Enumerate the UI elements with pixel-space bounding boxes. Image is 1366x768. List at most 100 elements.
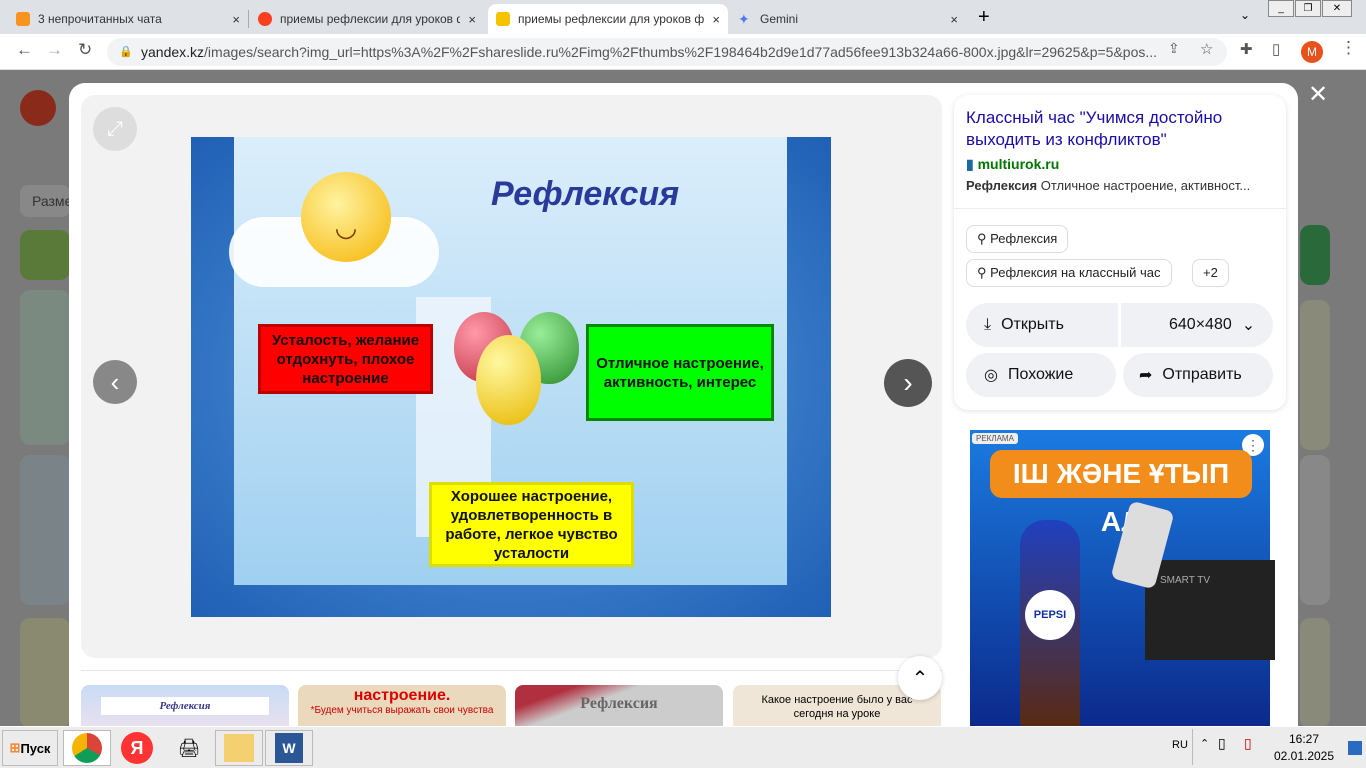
close-tab-icon[interactable]: × bbox=[468, 12, 476, 27]
thumb-caption: *Будем учиться выражать свои чувства bbox=[310, 705, 494, 716]
yellow-balloon bbox=[476, 335, 541, 425]
forward-icon[interactable]: → bbox=[46, 40, 63, 60]
similar-label: Похожие bbox=[1007, 366, 1074, 383]
network-tray-icon[interactable]: ▯ bbox=[1244, 735, 1252, 752]
tab-label: Gemini bbox=[760, 12, 799, 26]
address-bar: ← → ↻ 🔒 yandex.kz/images/search?img_url=h… bbox=[0, 34, 1366, 70]
yandex-logo bbox=[20, 90, 56, 126]
close-tab-icon[interactable]: × bbox=[232, 12, 240, 27]
red-box: Усталость, желание отдохнуть, плохое нас… bbox=[258, 324, 433, 394]
bookmark-star-icon[interactable]: ☆ bbox=[1200, 40, 1213, 58]
ad-headline: ІШ ЖӘНЕ ҰТЫП АЛ bbox=[990, 450, 1252, 537]
close-window-button[interactable]: ✕ bbox=[1322, 0, 1352, 17]
reload-icon[interactable]: ↻ bbox=[78, 40, 92, 60]
desc-bold: Рефлексия bbox=[966, 178, 1038, 193]
pepsi-logo: PEPSI bbox=[1025, 590, 1075, 640]
open-button[interactable]: ⤓ Открыть bbox=[966, 303, 1118, 347]
lock-icon: 🔒 bbox=[119, 46, 133, 58]
clock-time: 16:27 bbox=[1288, 732, 1320, 746]
slide-title: Рефлексия bbox=[491, 175, 680, 213]
gemini-icon: ✦ bbox=[738, 11, 750, 27]
start-button[interactable]: ⊞ Пуск bbox=[2, 730, 58, 766]
camera-icon: ◎ bbox=[984, 367, 998, 384]
share-label: Отправить bbox=[1162, 366, 1242, 383]
menu-icon[interactable]: ⋮ bbox=[1340, 38, 1357, 58]
scroll-up-button[interactable]: ⌃ bbox=[898, 656, 942, 700]
pepsi-bottle-image: PEPSI bbox=[1020, 520, 1080, 730]
language-indicator[interactable]: RU bbox=[1172, 739, 1188, 751]
tag-chip[interactable]: ⚲ Рефлексия bbox=[966, 225, 1069, 253]
tag-label: Рефлексия bbox=[990, 231, 1058, 246]
search-icon: ⚲ bbox=[977, 265, 987, 280]
previous-image-button[interactable]: ‹ bbox=[93, 360, 137, 404]
next-image-button[interactable]: › bbox=[884, 359, 932, 407]
new-tab-button[interactable]: + bbox=[978, 6, 990, 29]
share-button[interactable]: ➦ Отправить bbox=[1123, 353, 1273, 397]
tag-label: Рефлексия на классный час bbox=[990, 265, 1161, 280]
yandex-browser-taskbar-icon[interactable]: Я bbox=[113, 730, 161, 766]
back-icon[interactable]: ← bbox=[16, 40, 33, 60]
size-filter: Разме bbox=[20, 185, 72, 217]
chrome-taskbar-icon[interactable] bbox=[63, 730, 111, 766]
clock-date: 02.01.2025 bbox=[1273, 749, 1335, 763]
green-box: Отличное настроение, активность, интерес bbox=[586, 324, 774, 421]
minimize-button[interactable]: _ bbox=[1268, 0, 1294, 17]
preview-image[interactable]: ◡ Рефлексия Усталость, желание отдохнуть… bbox=[191, 137, 831, 617]
tv-image: SMART TV bbox=[1145, 560, 1275, 660]
fullscreen-icon[interactable]: ⤢ bbox=[93, 107, 137, 151]
book-icon: ▮ bbox=[966, 156, 974, 172]
show-desktop-icon[interactable] bbox=[1348, 741, 1362, 755]
tab-label: приемы рефлексии для уроков фи bbox=[518, 12, 705, 26]
profile-avatar[interactable]: М bbox=[1301, 41, 1323, 63]
side-panel-icon[interactable]: ▯ bbox=[1272, 40, 1280, 58]
tab-search-chevron-icon[interactable]: ⌄ bbox=[1240, 8, 1250, 22]
size-label: 640×480 bbox=[1169, 316, 1232, 333]
thumb-caption: Рефлексия bbox=[101, 697, 269, 715]
clock[interactable]: 16:27 02.01.2025 bbox=[1270, 731, 1338, 765]
url-domain: yandex.kz bbox=[141, 44, 205, 60]
chevron-down-icon: ⌄ bbox=[1241, 317, 1256, 334]
close-tab-icon[interactable]: × bbox=[950, 12, 958, 27]
tag-chip[interactable]: ⚲ Рефлексия на классный час bbox=[966, 259, 1172, 287]
ok-icon bbox=[16, 12, 30, 26]
printer-taskbar-icon[interactable]: 🖨 bbox=[165, 730, 213, 766]
tab-gemini[interactable]: ✦ Gemini × bbox=[730, 4, 966, 34]
tab-yandex-images[interactable]: приемы рефлексии для уроков фи × bbox=[488, 4, 728, 34]
sun-image: ◡ bbox=[301, 172, 391, 262]
device-tray-icon[interactable]: ▯ bbox=[1218, 735, 1226, 752]
similar-button[interactable]: ◎ Похожие bbox=[966, 353, 1116, 397]
source-description: Отличное настроение, активност... bbox=[1037, 178, 1251, 193]
restore-button[interactable]: ❐ bbox=[1295, 0, 1321, 17]
windows-logo-icon: ⊞ bbox=[9, 740, 21, 755]
similar-thumb[interactable]: Рефлексия bbox=[81, 685, 289, 726]
thumb-caption: Какое настроение было у вас сегодня на у… bbox=[761, 694, 913, 720]
share-icon[interactable]: ⇪ bbox=[1168, 40, 1180, 57]
download-icon: ⤓ bbox=[984, 316, 992, 333]
explorer-taskbar-icon[interactable] bbox=[215, 730, 263, 766]
source-domain: multiurok.ru bbox=[977, 156, 1060, 172]
similar-thumb[interactable]: Рефлексия bbox=[515, 685, 723, 726]
share-arrow-icon: ➦ bbox=[1139, 367, 1153, 384]
source-title-link[interactable]: Классный час "Учимся достойно выходить и… bbox=[966, 107, 1266, 151]
more-tags-button[interactable]: +2 bbox=[1192, 259, 1229, 287]
url-input[interactable]: 🔒 yandex.kz/images/search?img_url=https%3… bbox=[107, 38, 1227, 66]
tab-label: приемы рефлексии для уроков фи bbox=[280, 12, 461, 26]
word-taskbar-icon[interactable]: W bbox=[265, 730, 313, 766]
start-label: Пуск bbox=[20, 740, 51, 756]
close-viewer-icon[interactable]: ✕ bbox=[1308, 80, 1328, 109]
size-dropdown[interactable]: 640×480 ⌄ bbox=[1121, 303, 1273, 347]
extensions-icon[interactable]: ✚ bbox=[1240, 40, 1253, 58]
yellow-box: Хорошее настроение, удовлетворенность в … bbox=[429, 482, 634, 567]
thumb-caption: Рефлексия bbox=[580, 695, 658, 712]
similar-thumb[interactable]: настроение. *Будем учиться выражать свои … bbox=[298, 685, 506, 726]
search-icon: ⚲ bbox=[977, 231, 987, 246]
tab-chats[interactable]: 3 непрочитанных чата × bbox=[8, 4, 248, 34]
tab-bar: 3 непрочитанных чата × приемы рефлексии д… bbox=[0, 0, 1366, 34]
ad-label: РЕКЛАМА bbox=[972, 433, 1018, 444]
tray-expand-icon[interactable]: ⌃ bbox=[1200, 737, 1209, 750]
source-link[interactable]: ▮ multiurok.ru bbox=[966, 156, 1059, 173]
close-tab-icon[interactable]: × bbox=[712, 12, 720, 27]
tab-label: 3 непрочитанных чата bbox=[38, 12, 162, 26]
advertisement[interactable]: РЕКЛАМА ⋮ ІШ ЖӘНЕ ҰТЫП АЛ PEPSI SMART TV bbox=[970, 430, 1275, 730]
tab-yandex-search[interactable]: приемы рефлексии для уроков фи × bbox=[250, 4, 484, 34]
